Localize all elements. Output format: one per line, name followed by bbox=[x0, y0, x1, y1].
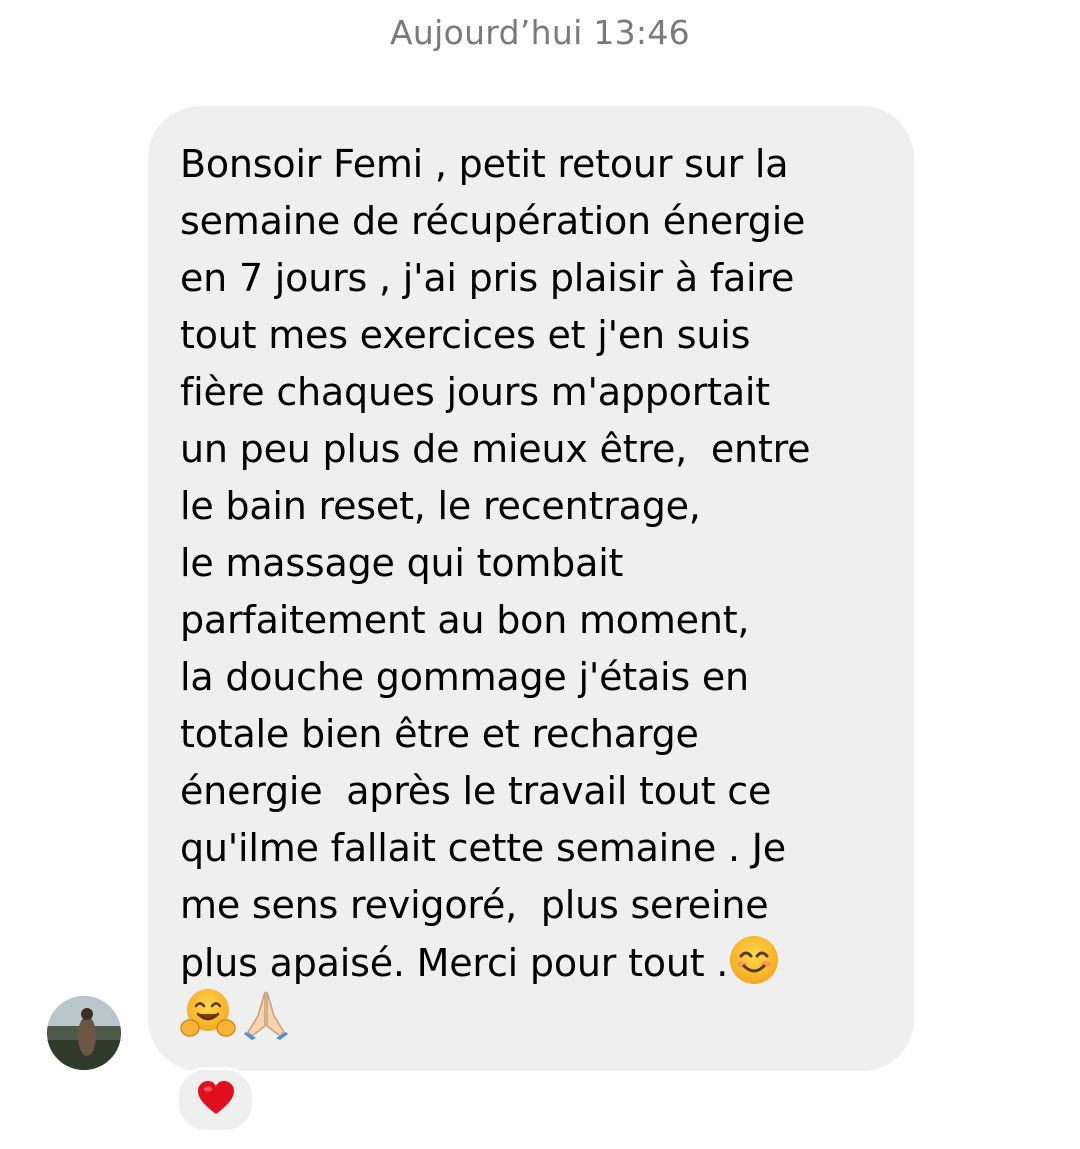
message-text: Bonsoir Femi , petit retour sur la semai… bbox=[180, 142, 811, 985]
heart-icon bbox=[196, 1080, 236, 1120]
conversation-timestamp: Aujourd’hui 13:46 bbox=[390, 13, 690, 52]
reaction-badge[interactable] bbox=[176, 1067, 255, 1133]
message-bubble[interactable]: Bonsoir Femi , petit retour sur la semai… bbox=[148, 106, 914, 1071]
emoji-row bbox=[180, 986, 294, 1046]
hugging-face-icon bbox=[180, 986, 236, 1046]
folded-hands-icon bbox=[238, 986, 294, 1046]
smiling-face-icon bbox=[728, 934, 780, 986]
sender-avatar[interactable] bbox=[47, 996, 121, 1070]
